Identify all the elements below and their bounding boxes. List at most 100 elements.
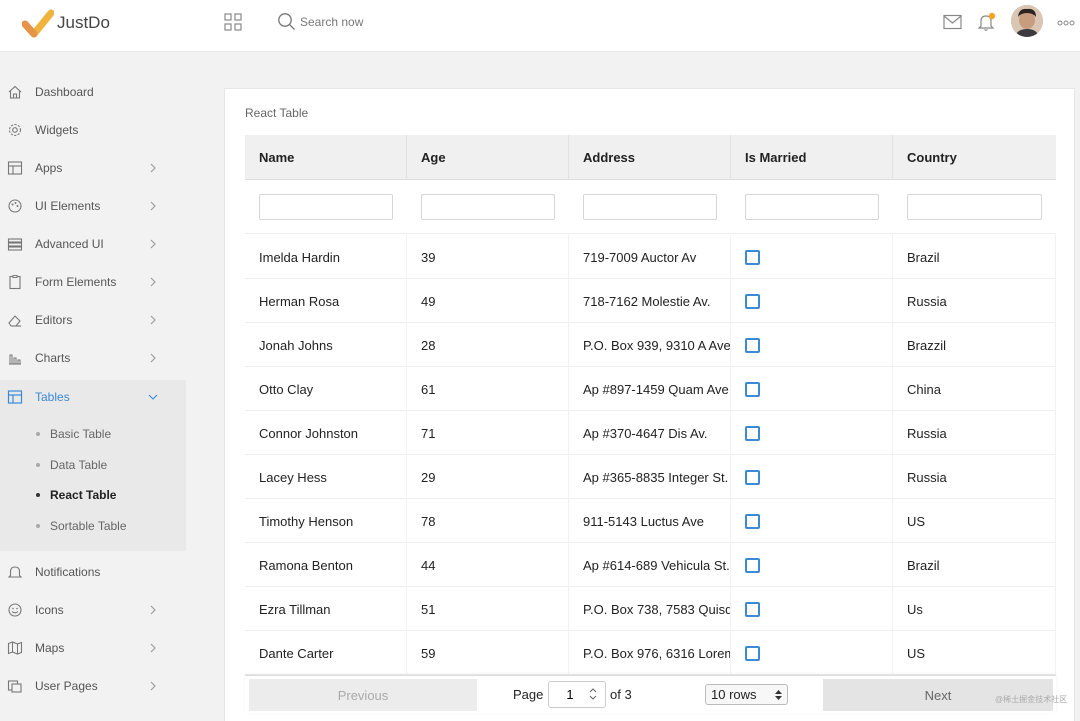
avatar[interactable] [1011, 5, 1043, 37]
spinner-arrows-icon[interactable] [589, 686, 597, 702]
married-checkbox[interactable] [745, 469, 760, 485]
column-header-name[interactable]: Name [245, 135, 407, 180]
app-logo[interactable]: JustDo [22, 8, 110, 38]
cell-is-married [731, 279, 893, 323]
sidebar-subitem-label: Sortable Table [50, 519, 127, 533]
cell-address: 911-5143 Luctus Ave [569, 499, 731, 543]
sidebar-item-ui-elements[interactable]: UI Elements [0, 187, 186, 225]
page-number-input[interactable] [548, 681, 606, 708]
cell-country: Us [893, 587, 1056, 631]
cell-address: 718-7162 Molestie Av. [569, 279, 731, 323]
cell-is-married [731, 455, 893, 499]
home-icon [8, 85, 22, 99]
cell-address: Ap #897-1459 Quam Ave [569, 367, 731, 411]
sidebar-item-widgets[interactable]: Widgets [0, 111, 186, 149]
cell-country: Brazzil [893, 323, 1056, 367]
mail-icon[interactable] [943, 14, 962, 30]
column-header-country[interactable]: Country [893, 135, 1056, 180]
married-checkbox[interactable] [745, 337, 760, 353]
married-checkbox[interactable] [745, 249, 760, 265]
cell-name: Dante Carter [245, 631, 407, 675]
sidebar-item-editors[interactable]: Editors [0, 301, 186, 339]
married-checkbox[interactable] [745, 513, 760, 529]
cell-age: 51 [407, 587, 569, 631]
search-icon[interactable] [277, 12, 296, 31]
rows-per-page-select[interactable]: 10 rows [705, 684, 788, 705]
filter-address-input[interactable] [583, 194, 717, 220]
previous-button[interactable]: Previous [249, 679, 477, 711]
sidebar-item-maps[interactable]: Maps [0, 629, 186, 667]
sidebar-item-label: Widgets [35, 123, 79, 137]
filter-country-input[interactable] [907, 194, 1042, 220]
cell-name: Connor Johnston [245, 411, 407, 455]
cell-country: US [893, 499, 1056, 543]
sidebar-item-charts[interactable]: Charts [0, 339, 186, 377]
bullet-icon [36, 463, 40, 467]
sidebar-item-apps[interactable]: Apps [0, 149, 186, 187]
cell-age: 29 [407, 455, 569, 499]
sidebar-item-user-pages[interactable]: User Pages [0, 667, 186, 705]
married-checkbox[interactable] [745, 557, 760, 573]
married-checkbox[interactable] [745, 645, 760, 661]
filter-name-input[interactable] [259, 194, 393, 220]
married-checkbox[interactable] [745, 381, 760, 397]
app-title: JustDo [57, 13, 110, 32]
sidebar-subitem-label: React Table [50, 488, 117, 502]
sidebar-item-label: User Pages [35, 679, 98, 693]
watermark: @稀土掘金技术社区 [995, 695, 1068, 704]
sidebar-subitem-data-table[interactable]: Data Table [0, 451, 186, 479]
cell-country: Brazil [893, 543, 1056, 587]
table-row: Ezra Tillman 51 P.O. Box 738, 7583 Quisque… [245, 587, 1056, 631]
sidebar-item-notifications[interactable]: Notifications [0, 553, 186, 591]
column-header-age[interactable]: Age [407, 135, 569, 180]
cell-address: Ap #370-4647 Dis Av. [569, 411, 731, 455]
table-row: Otto Clay 61 Ap #897-1459 Quam Ave China [245, 367, 1056, 411]
chevron-down-icon [148, 394, 158, 400]
sidebar-item-label: Charts [35, 351, 71, 365]
cell-address: Ap #614-689 Vehicula St. [569, 543, 731, 587]
married-checkbox[interactable] [745, 293, 760, 309]
sidebar-item-icons[interactable]: Icons [0, 591, 186, 629]
cell-country: China [893, 367, 1056, 411]
rows-per-page-value: 10 rows [711, 687, 757, 702]
table-icon [7, 390, 23, 404]
column-header-address[interactable]: Address [569, 135, 731, 180]
sidebar-subitem-react-table[interactable]: React Table [0, 481, 186, 509]
sidebar-item-label: Notifications [35, 565, 101, 579]
sidebar-item-advanced-ui[interactable]: Advanced UI [0, 225, 186, 263]
sidebar-item-form-elements[interactable]: Form Elements [0, 263, 186, 301]
chevron-right-icon [150, 643, 156, 653]
married-checkbox[interactable] [745, 601, 760, 617]
cell-name: Timothy Henson [245, 499, 407, 543]
sidebar-item-tables[interactable]: Tables [0, 378, 186, 416]
filter-age-input[interactable] [421, 194, 555, 220]
filter-married-input[interactable] [745, 194, 879, 220]
search-input[interactable] [300, 12, 500, 32]
gear-icon [8, 123, 22, 137]
cell-name: Lacey Hess [245, 455, 407, 499]
cell-is-married [731, 631, 893, 675]
bar-chart-icon [9, 354, 21, 365]
bullet-icon [36, 432, 40, 436]
cell-country: US [893, 631, 1056, 675]
layout-icon [7, 161, 23, 175]
married-checkbox[interactable] [745, 425, 760, 441]
cell-is-married [731, 587, 893, 631]
table-header: Name Age Address Is Married Country [245, 135, 1056, 180]
cell-age: 44 [407, 543, 569, 587]
bell-icon[interactable] [977, 12, 996, 32]
select-arrows-icon [775, 690, 782, 700]
sidebar-item-dashboard[interactable]: Dashboard [0, 73, 186, 111]
sidebar-item-label: Advanced UI [35, 237, 104, 251]
cell-address: Ap #365-8835 Integer St. [569, 455, 731, 499]
sidebar-item-label: Icons [35, 603, 64, 617]
sidebar-subitem-sortable-table[interactable]: Sortable Table [0, 512, 186, 540]
cell-is-married [731, 235, 893, 279]
more-icon[interactable] [1057, 20, 1075, 26]
grid-icon[interactable] [224, 13, 242, 31]
cell-is-married [731, 499, 893, 543]
chevron-right-icon [150, 681, 156, 691]
chevron-right-icon [150, 315, 156, 325]
column-header-is-married[interactable]: Is Married [731, 135, 893, 180]
sidebar-subitem-basic-table[interactable]: Basic Table [0, 420, 186, 448]
